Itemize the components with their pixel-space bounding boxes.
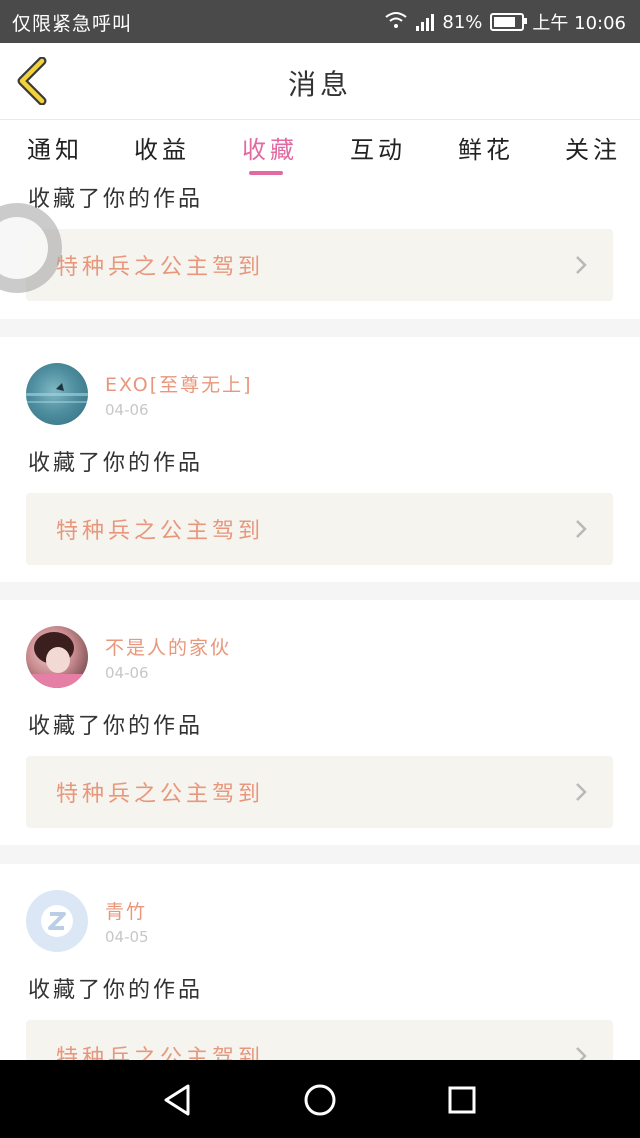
qq-avatar-icon (41, 905, 73, 937)
chevron-right-icon (576, 1047, 587, 1060)
battery-icon (490, 13, 528, 31)
system-nav-bar (0, 1060, 640, 1138)
status-icons: 81% 上午 10:06 (384, 9, 626, 35)
avatar[interactable] (26, 890, 88, 952)
recents-square-icon[interactable] (442, 1080, 482, 1120)
message-text: 收藏了你的作品 (28, 714, 204, 739)
message-date: 04-06 (105, 664, 149, 682)
message-list[interactable]: 收藏了你的作品 特种兵之公主驾到 EXO[至尊无上] 04-06 收藏了你的作品… (0, 178, 640, 1060)
battery-percent: 81% (442, 11, 483, 33)
tab-bar: 通知 收益 收藏 互动 鲜花 关注 (0, 120, 640, 178)
avatar[interactable] (26, 363, 88, 425)
message-card: 收藏了你的作品 特种兵之公主驾到 (0, 178, 640, 319)
work-title: 特种兵之公主驾到 (56, 782, 265, 807)
message-text: 收藏了你的作品 (28, 451, 204, 476)
work-link[interactable]: 特种兵之公主驾到 (26, 1020, 613, 1060)
home-circle-icon[interactable] (300, 1080, 340, 1120)
username[interactable]: EXO[至尊无上] (105, 370, 253, 397)
message-card: 不是人的家伙 04-06 收藏了你的作品 特种兵之公主驾到 (0, 600, 640, 845)
avatar-image (26, 383, 88, 403)
message-date: 04-06 (105, 401, 149, 419)
work-link[interactable]: 特种兵之公主驾到 (26, 493, 613, 565)
work-link[interactable]: 特种兵之公主驾到 (26, 756, 613, 828)
message-date: 04-05 (105, 928, 149, 946)
message-card: EXO[至尊无上] 04-06 收藏了你的作品 特种兵之公主驾到 (0, 337, 640, 582)
app-header: 消息 (0, 43, 640, 120)
tab-notifications[interactable]: 通知 (27, 130, 83, 165)
tab-favorites[interactable]: 收藏 (242, 130, 298, 165)
back-triangle-icon[interactable] (158, 1080, 198, 1120)
tab-following[interactable]: 关注 (565, 130, 621, 165)
username[interactable]: 不是人的家伙 (105, 633, 231, 660)
carrier-text: 仅限紧急呼叫 (12, 13, 133, 35)
wifi-icon (384, 11, 408, 34)
work-title: 特种兵之公主驾到 (56, 1046, 265, 1060)
signal-icon (416, 13, 435, 31)
tab-flowers[interactable]: 鲜花 (458, 130, 514, 165)
status-bar: 仅限紧急呼叫 81% 上午 10:06 (0, 0, 640, 43)
clock: 上午 10:06 (532, 13, 626, 34)
tab-earnings[interactable]: 收益 (134, 130, 190, 165)
chevron-right-icon (576, 256, 587, 274)
tab-interactions[interactable]: 互动 (350, 130, 406, 165)
avatar-image (26, 632, 88, 688)
work-title: 特种兵之公主驾到 (56, 519, 265, 544)
username[interactable]: 青竹 (105, 897, 147, 924)
message-card: 青竹 04-05 收藏了你的作品 特种兵之公主驾到 (0, 864, 640, 1060)
chevron-right-icon (576, 783, 587, 801)
tab-active-indicator (249, 171, 283, 175)
work-link[interactable]: 特种兵之公主驾到 (26, 229, 613, 301)
work-title: 特种兵之公主驾到 (56, 255, 265, 280)
message-text: 收藏了你的作品 (28, 978, 204, 1003)
avatar[interactable] (26, 626, 88, 688)
chevron-right-icon (576, 520, 587, 538)
page-title: 消息 (287, 68, 352, 101)
message-text: 收藏了你的作品 (28, 187, 204, 212)
